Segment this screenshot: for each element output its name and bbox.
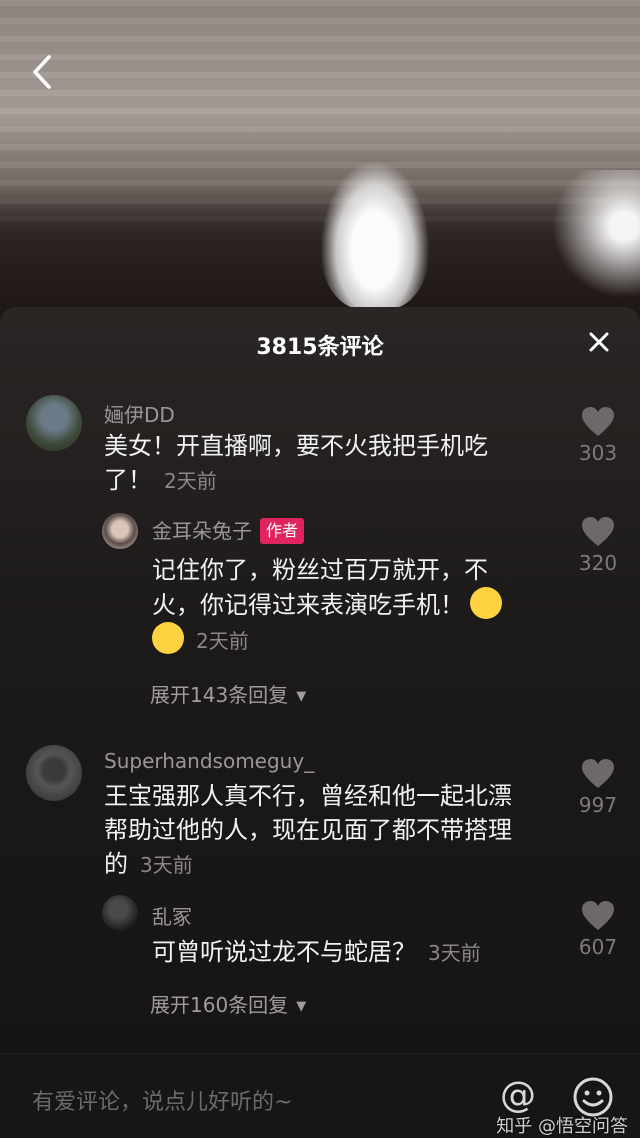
mention-button[interactable]: @ [498,1076,538,1116]
back-button[interactable] [22,50,62,94]
reply-username[interactable]: 乱冢 [152,901,192,930]
comment-sheet-header: 3815条评论 [0,307,640,373]
like-button[interactable]: 303 [568,407,628,465]
like-count: 997 [578,793,618,817]
comment-text-line: 王宝强那人真不行，曾经和他一起北漂 [104,782,512,810]
expand-replies-label: 展开160条回复 [150,993,289,1017]
caret-down-icon: ▼ [296,689,307,704]
screen: 3815条评论 婳伊DD 美女！开直播啊，要不火我把手机吃 了！ 2天前 303 … [0,0,640,1138]
like-count: 320 [578,551,618,575]
reply-text: 记住你了，粉丝过百万就开，不 火，你记得过来表演吃手机！ 2天前 [152,553,552,658]
comment-text-line: 了！ [104,466,152,494]
avatar[interactable] [26,395,82,451]
laughing-emoji-icon [470,587,502,619]
comment-text-line: 的 [104,850,128,878]
watermark: 知乎 @悟空问答 [496,1116,628,1137]
reply-username[interactable]: 金耳朵兔子 作者 [152,515,305,544]
reply-time: 3天前 [428,941,481,965]
reply-username-text: 金耳朵兔子 [152,519,252,543]
reply-text-line: 火，你记得过来表演吃手机！ [152,591,464,619]
comment-text: 美女！开直播啊，要不火我把手机吃 了！ 2天前 [104,429,544,498]
like-button[interactable]: 607 [568,901,628,959]
heart-icon [582,901,614,930]
comment-input-bar[interactable]: 有爱评论，说点儿好听的~ @ 知乎 @悟空问答 [0,1053,640,1138]
like-count: 303 [578,441,618,465]
like-button[interactable]: 997 [568,759,628,817]
caret-down-icon: ▼ [296,999,307,1014]
expand-replies-button[interactable]: 展开160条回复 ▼ [150,989,306,1018]
comment-count-title: 3815条评论 [256,335,384,360]
thinking-emoji-icon [152,622,184,654]
expand-replies-button[interactable]: 展开143条回复 ▼ [150,679,306,708]
comment-time: 2天前 [164,469,217,493]
video-background[interactable] [0,0,640,330]
reply-text-line: 可曾听说过龙不与蛇居？ [152,938,416,966]
comment-text-line: 美女！开直播啊，要不火我把手机吃 [104,432,488,460]
heart-icon [582,407,614,436]
video-light-glare [540,170,640,310]
like-button[interactable]: 320 [568,517,628,575]
comment-text-line: 帮助过他的人，现在见面了都不带搭理 [104,816,512,844]
expand-replies-label: 展开143条回复 [150,683,289,707]
close-button[interactable] [584,327,614,357]
reply-text-line: 记住你了，粉丝过百万就开，不 [152,556,488,584]
reply-time: 2天前 [196,629,249,653]
comment-username[interactable]: 婳伊DD [104,399,175,428]
close-icon [589,332,609,352]
reply-text: 可曾听说过龙不与蛇居？ 3天前 [152,935,552,970]
heart-icon [582,759,614,788]
avatar[interactable] [102,513,138,549]
comment-sheet: 3815条评论 婳伊DD 美女！开直播啊，要不火我把手机吃 了！ 2天前 303 … [0,307,640,1138]
comment-input[interactable]: 有爱评论，说点儿好听的~ [32,1084,292,1116]
comment-text: 王宝强那人真不行，曾经和他一起北漂 帮助过他的人，现在见面了都不带搭理 的 3天前 [104,779,564,882]
comment-username[interactable]: Superhandsomeguy_ [104,749,314,773]
like-count: 607 [578,935,618,959]
comment-time: 3天前 [140,853,193,877]
avatar[interactable] [26,745,82,801]
chevron-left-icon [33,55,51,89]
avatar[interactable] [102,895,138,931]
author-badge: 作者 [260,518,305,544]
video-hair-ornament [320,160,430,310]
heart-icon [582,517,614,546]
